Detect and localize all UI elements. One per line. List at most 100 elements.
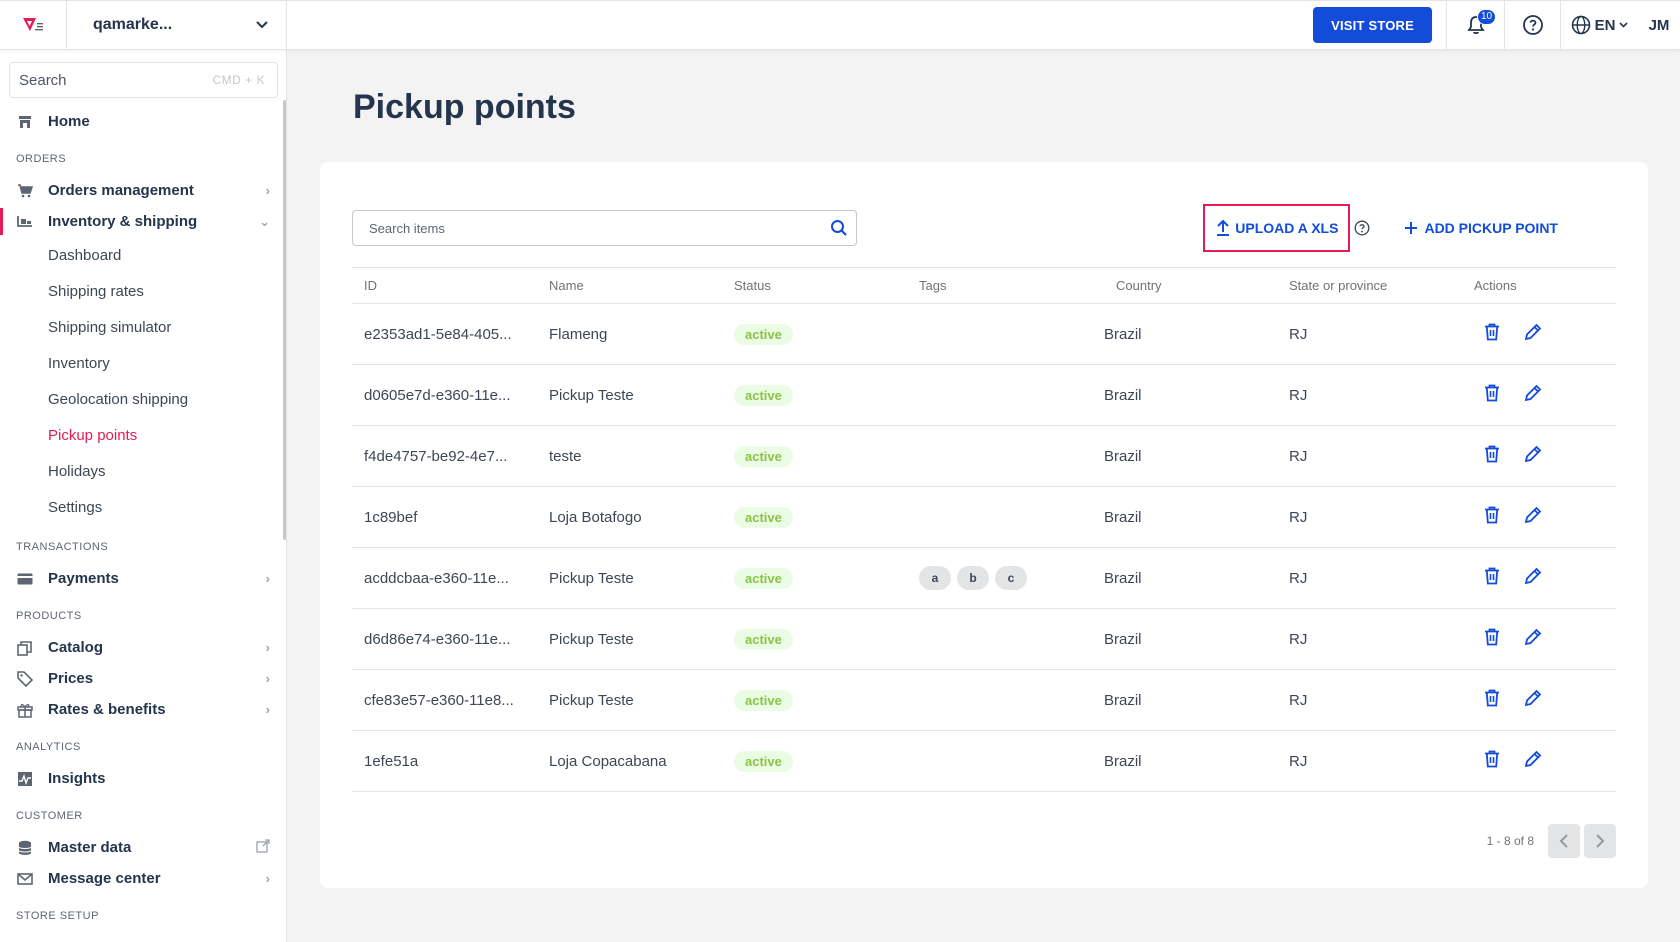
delete-icon[interactable] — [1484, 750, 1500, 772]
column-header-state[interactable]: State or province — [1277, 267, 1462, 304]
upload-xls-button[interactable]: UPLOAD A XLS — [1203, 204, 1351, 252]
table-row[interactable]: d0605e7d-e360-11e... Pickup Teste active Br… — [352, 364, 1616, 426]
cell-tags — [907, 669, 1092, 731]
cell-state: RJ — [1277, 486, 1462, 548]
edit-icon[interactable] — [1524, 689, 1542, 711]
cell-id: cfe83e57-e360-11e8... — [352, 669, 537, 731]
column-header-id[interactable]: ID — [352, 267, 537, 304]
sidebar-subitem-geolocation-shipping[interactable]: Geolocation shipping — [0, 381, 286, 417]
column-header-tags[interactable]: Tags — [907, 267, 1092, 304]
tag-chip: b — [957, 566, 989, 590]
cell-country: Brazil — [1092, 669, 1277, 731]
delete-icon[interactable] — [1484, 384, 1500, 406]
table-row[interactable]: f4de4757-be92-4e7... teste active Brazil RJ — [352, 425, 1616, 487]
sidebar-item-orders-management[interactable]: Orders management › — [0, 175, 286, 206]
sidebar-subitem-shipping-rates[interactable]: Shipping rates — [0, 273, 286, 309]
sidebar-search-placeholder: Search — [19, 71, 67, 89]
cell-tags — [907, 730, 1092, 792]
tag-chip: c — [995, 566, 1027, 590]
edit-icon[interactable] — [1524, 750, 1542, 772]
cell-state: RJ — [1277, 303, 1462, 365]
row-actions — [1474, 567, 1616, 589]
edit-icon[interactable] — [1524, 628, 1542, 650]
delete-icon[interactable] — [1484, 445, 1500, 467]
edit-icon[interactable] — [1524, 445, 1542, 467]
search-shortcut-hint: CMD + K — [212, 73, 265, 87]
mail-icon — [16, 870, 34, 888]
upload-help-icon[interactable] — [1354, 220, 1370, 236]
pagination-info: 1 - 8 of 8 — [1486, 834, 1534, 848]
delete-icon[interactable] — [1484, 689, 1500, 711]
delete-icon[interactable] — [1484, 567, 1500, 589]
account-name: qamarke... — [93, 16, 173, 33]
sidebar-subitem-holidays[interactable]: Holidays — [0, 453, 286, 489]
external-link-icon — [256, 839, 270, 856]
column-header-status[interactable]: Status — [722, 267, 907, 304]
table-row[interactable]: d6d86e74-e360-11e... Pickup Teste active Br… — [352, 608, 1616, 670]
delete-icon[interactable] — [1484, 323, 1500, 345]
table-row[interactable]: 1efe51a Loja Copacabana active Brazil RJ — [352, 730, 1616, 792]
cell-actions — [1462, 669, 1616, 731]
edit-icon[interactable] — [1524, 567, 1542, 589]
cell-tags — [907, 608, 1092, 670]
cell-status: active — [722, 303, 907, 365]
sidebar-subitem-pickup-points[interactable]: Pickup points — [0, 417, 286, 453]
sidebar-item-label: Home — [48, 113, 90, 130]
user-avatar[interactable]: JM — [1638, 1, 1680, 50]
sidebar-item-home[interactable]: Home — [0, 106, 286, 137]
language-selector[interactable]: EN — [1560, 0, 1638, 50]
globe-icon — [1571, 15, 1590, 35]
sidebar-item-prices[interactable]: Prices › — [0, 663, 286, 694]
tag-icon — [16, 670, 34, 688]
column-header-name[interactable]: Name — [537, 267, 722, 304]
chevron-right-icon — [1596, 834, 1605, 848]
vtex-logo[interactable] — [0, 0, 67, 50]
sidebar-item-master-data[interactable]: Master data — [0, 832, 286, 863]
sidebar-item-label: Insights — [48, 770, 106, 787]
section-customer: CUSTOMER — [16, 810, 83, 822]
sidebar-subitem-shipping-simulator[interactable]: Shipping simulator — [0, 309, 286, 345]
sidebar-search-input[interactable]: Search CMD + K — [9, 62, 278, 98]
pickup-points-table: ID Name Status Tags Country State or pro… — [352, 267, 1616, 792]
card-icon — [16, 570, 34, 588]
delete-icon[interactable] — [1484, 628, 1500, 650]
sidebar-item-insights[interactable]: Insights — [0, 763, 286, 794]
table-toolbar: Search items UPLOAD A XLS ADD PICKUP POI… — [352, 204, 1616, 252]
delete-icon[interactable] — [1484, 506, 1500, 528]
cell-name: Pickup Teste — [537, 608, 722, 670]
help-button[interactable] — [1504, 0, 1560, 50]
sidebar-item-catalog[interactable]: Catalog › — [0, 632, 286, 663]
notifications-button[interactable]: 10 — [1446, 0, 1504, 50]
cell-country: Brazil — [1092, 730, 1277, 792]
add-pickup-point-button[interactable]: ADD PICKUP POINT — [1404, 220, 1558, 236]
sidebar-subitem-dashboard[interactable]: Dashboard — [0, 237, 286, 273]
edit-icon[interactable] — [1524, 384, 1542, 406]
table-row[interactable]: cfe83e57-e360-11e8... Pickup Teste active B… — [352, 669, 1616, 731]
cell-tags — [907, 364, 1092, 426]
visit-store-button[interactable]: VISIT STORE — [1313, 7, 1432, 43]
chevron-right-icon: › — [265, 671, 270, 686]
plus-icon — [1405, 222, 1418, 234]
sidebar-item-inventory-shipping[interactable]: Inventory & shipping ⌄ — [0, 206, 286, 237]
next-page-button[interactable] — [1584, 824, 1616, 858]
column-header-country[interactable]: Country — [1092, 267, 1277, 304]
table-row[interactable]: e2353ad1-5e84-405... Flameng active Brazil R… — [352, 303, 1616, 365]
sidebar-item-payments[interactable]: Payments › — [0, 563, 286, 594]
table-row[interactable]: 1c89bef Loja Botafogo active Brazil RJ — [352, 486, 1616, 548]
prev-page-button[interactable] — [1548, 824, 1580, 858]
cell-status: active — [722, 425, 907, 487]
search-items-input[interactable]: Search items — [352, 210, 857, 246]
sidebar-subitem-inventory[interactable]: Inventory — [0, 345, 286, 381]
sidebar-scrollbar[interactable] — [283, 100, 286, 540]
search-icon[interactable] — [830, 219, 848, 237]
edit-icon[interactable] — [1524, 506, 1542, 528]
account-selector[interactable]: qamarke... — [67, 0, 287, 50]
row-actions — [1474, 689, 1616, 711]
status-badge: active — [734, 567, 793, 589]
sidebar-item-rates-benefits[interactable]: Rates & benefits › — [0, 694, 286, 725]
edit-icon[interactable] — [1524, 323, 1542, 345]
notification-badge: 10 — [1477, 8, 1497, 25]
table-row[interactable]: acddcbaa-e360-11e... Pickup Teste active a b… — [352, 547, 1616, 609]
sidebar-item-message-center[interactable]: Message center › — [0, 863, 286, 894]
sidebar-subitem-settings[interactable]: Settings — [0, 489, 286, 525]
